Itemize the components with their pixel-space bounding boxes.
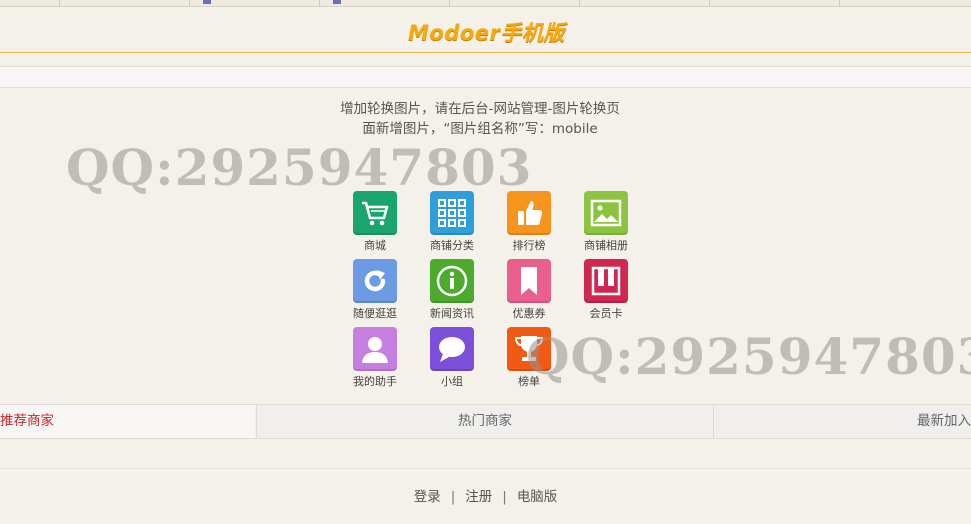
- footer-separator: |: [502, 489, 507, 505]
- menu-item-label: 优惠券: [512, 307, 546, 320]
- chat-bubble-icon: [430, 327, 474, 371]
- top-nav-divider: [319, 0, 320, 6]
- content-divider: [0, 468, 971, 469]
- merchant-tabs: 推荐商家 热门商家 最新加入: [0, 404, 971, 439]
- menu-item-rankings[interactable]: 排行榜: [494, 191, 564, 253]
- menu-item-label: 随便逛逛: [353, 307, 397, 320]
- top-nav-icon[interactable]: [203, 0, 211, 4]
- user-icon: [353, 327, 397, 371]
- notice-line-1: 增加轮换图片，请在后台-网站管理-图片轮换页: [340, 101, 620, 117]
- top-nav-divider: [449, 0, 450, 6]
- menu-item-label: 商铺相册: [584, 239, 628, 252]
- menu-item-label: 会员卡: [589, 307, 623, 320]
- top-nav-icon[interactable]: [333, 0, 341, 4]
- slideshow-placeholder-notice: 增加轮换图片，请在后台-网站管理-图片轮换页 面新增图片，“图片组名称”写：mo…: [300, 99, 660, 139]
- menu-item-label: 新闻资讯: [430, 307, 474, 320]
- tab-recommended-merchants[interactable]: 推荐商家: [0, 405, 255, 438]
- register-link[interactable]: 注册: [465, 489, 492, 505]
- top-nav-divider: [59, 0, 60, 6]
- search-bar-strip[interactable]: [0, 66, 971, 88]
- menu-item-mall[interactable]: 商城: [340, 191, 410, 253]
- notice-line-2: 面新增图片，“图片组名称”写：mobile: [362, 121, 598, 137]
- tab-newest-merchants[interactable]: 最新加入: [713, 405, 971, 438]
- info-icon: [430, 259, 474, 303]
- menu-item-member-card[interactable]: 会员卡: [571, 259, 641, 321]
- top-nav-divider: [709, 0, 710, 6]
- refresh-icon: [353, 259, 397, 303]
- menu-item-random-browse[interactable]: 随便逛逛: [340, 259, 410, 321]
- menu-item-groups[interactable]: 小组: [417, 327, 487, 389]
- top-nav-divider: [189, 0, 190, 6]
- shopping-cart-icon: [353, 191, 397, 235]
- menu-item-label: 我的助手: [353, 375, 397, 388]
- site-logo[interactable]: Modoer手机版: [408, 17, 565, 47]
- menu-item-my-assistant[interactable]: 我的助手: [340, 327, 410, 389]
- menu-item-coupons[interactable]: 优惠券: [494, 259, 564, 321]
- desktop-version-link[interactable]: 电脑版: [517, 489, 558, 505]
- login-link[interactable]: 登录: [414, 489, 441, 505]
- bookmark-icon: [507, 259, 551, 303]
- footer-links: 登录 | 注册 | 电脑版: [0, 485, 971, 505]
- menu-item-label: 排行榜: [512, 239, 546, 252]
- grid-icon: [430, 191, 474, 235]
- menu-item-label: 小组: [441, 375, 463, 388]
- top-nav-divider: [839, 0, 840, 6]
- menu-item-label: 商城: [364, 239, 386, 252]
- menu-item-shop-categories[interactable]: 商铺分类: [417, 191, 487, 253]
- site-header: Modoer手机版: [0, 7, 971, 53]
- watermark-text: QQ:2925947803: [66, 138, 533, 197]
- picture-icon: [584, 191, 628, 235]
- card-icon: [584, 259, 628, 303]
- menu-item-label: 商铺分类: [430, 239, 474, 252]
- tab-popular-merchants[interactable]: 热门商家: [256, 405, 714, 438]
- menu-item-news[interactable]: 新闻资讯: [417, 259, 487, 321]
- thumbs-up-icon: [507, 191, 551, 235]
- watermark-text: QQ:2925947803: [526, 327, 971, 386]
- top-nav-divider: [579, 0, 580, 6]
- top-navigation-bar: [0, 0, 971, 7]
- footer-separator: |: [450, 489, 456, 505]
- menu-item-shop-album[interactable]: 商铺相册: [571, 191, 641, 253]
